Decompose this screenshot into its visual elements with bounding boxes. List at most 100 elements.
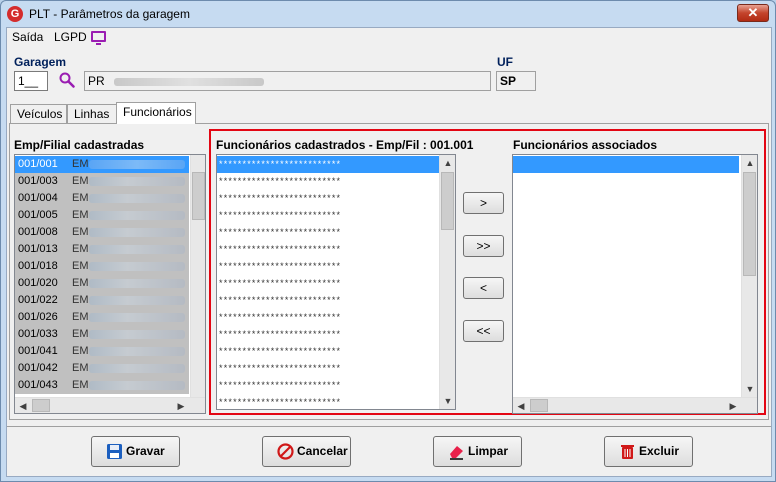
scroll-right-icon[interactable]: ▶	[173, 398, 189, 413]
scroll-down-icon[interactable]: ▼	[742, 381, 757, 397]
emp-filial-name: EM	[72, 345, 89, 357]
emp-filial-name: EM	[72, 362, 89, 374]
list-item[interactable]: **************************	[217, 224, 439, 241]
remove-one-button[interactable]: <	[463, 277, 504, 299]
table-row[interactable]: 001/003 EM	[15, 173, 189, 190]
table-row[interactable]: 001/043 EM	[15, 377, 189, 394]
tab-funcionarios[interactable]: Funcionários	[116, 102, 196, 124]
scroll-up-icon[interactable]: ▲	[440, 155, 455, 171]
table-row[interactable]: 001/026 EM	[15, 309, 189, 326]
list-item[interactable]: **************************	[217, 394, 439, 409]
emp-filial-vscroll-thumb[interactable]	[192, 172, 205, 220]
emp-filial-name: EM	[72, 175, 89, 187]
funcionarios-associados-vscroll-thumb[interactable]	[743, 172, 756, 276]
emp-filial-hscroll-thumb[interactable]	[32, 399, 50, 412]
redacted-text	[89, 211, 185, 220]
table-row[interactable]: 001/041 EM	[15, 343, 189, 360]
emp-filial-code: 001/020	[18, 277, 58, 289]
scroll-left-icon[interactable]: ◀	[15, 398, 31, 413]
uf-label: UF	[497, 55, 513, 69]
emp-filial-code: 001/043	[18, 379, 58, 391]
emp-filial-code: 001/042	[18, 362, 58, 374]
window-client-area: Saída LGPD Garagem 1__ PR UF SP Veículos…	[6, 27, 772, 477]
list-item[interactable]: **************************	[217, 309, 439, 326]
funcionarios-associados-hscroll-thumb[interactable]	[530, 399, 548, 412]
emp-filial-list[interactable]: 001/001 EM 001/003 EM 001/004 EM 001/005 EM 001/…	[14, 154, 206, 414]
emp-filial-code: 001/013	[18, 243, 58, 255]
menu-bar: Saída LGPD	[7, 28, 771, 48]
list-item[interactable]: **************************	[217, 292, 439, 309]
list-item[interactable]: **************************	[217, 360, 439, 377]
emp-filial-code: 001/004	[18, 192, 58, 204]
table-row[interactable]: 001/018 EM	[15, 258, 189, 275]
add-one-button[interactable]: >	[463, 192, 504, 214]
scroll-down-icon[interactable]: ▼	[440, 393, 455, 409]
scroll-left-icon[interactable]: ◀	[513, 398, 529, 413]
list-item[interactable]: **************************	[217, 207, 439, 224]
table-row[interactable]: 001/022 EM	[15, 292, 189, 309]
scroll-up-icon[interactable]: ▲	[742, 155, 757, 171]
emp-filial-name: EM	[72, 277, 89, 289]
garagem-code-input[interactable]: 1__	[14, 71, 48, 91]
app-logo-icon: G	[7, 6, 23, 22]
list-item[interactable]: **************************	[217, 326, 439, 343]
list-item[interactable]: **************************	[217, 343, 439, 360]
list-item[interactable]: **************************	[217, 190, 439, 207]
gravar-button[interactable]: Gravar	[91, 436, 180, 467]
search-icon[interactable]	[59, 72, 75, 88]
emp-filial-name: EM	[72, 243, 89, 255]
cancelar-label: Cancelar	[297, 444, 348, 458]
redacted-text	[89, 381, 185, 390]
excluir-button[interactable]: Excluir	[604, 436, 693, 467]
list-item[interactable]: **************************	[217, 173, 439, 190]
emp-filial-vscroll[interactable]	[190, 155, 205, 397]
table-row[interactable]: 001/004 EM	[15, 190, 189, 207]
list-item[interactable]: **************************	[217, 377, 439, 394]
menu-lgpd[interactable]: LGPD	[54, 30, 87, 44]
menu-saida[interactable]: Saída	[12, 30, 43, 44]
list-item[interactable]: **************************	[217, 258, 439, 275]
table-row[interactable]: 001/013 EM	[15, 241, 189, 258]
funcionarios-associados-vscroll[interactable]: ▲ ▼	[741, 155, 757, 397]
list-item[interactable]: **************************	[217, 156, 439, 173]
table-row[interactable]: 001/020 EM	[15, 275, 189, 292]
funcionarios-cadastrados-list[interactable]: ************************** **************…	[216, 154, 456, 410]
funcionarios-cadastrados-vscroll[interactable]: ▲ ▼	[439, 155, 455, 409]
tab-linhas[interactable]: Linhas	[67, 104, 117, 123]
emp-filial-name: EM	[72, 192, 89, 204]
list-item[interactable]: **************************	[217, 241, 439, 258]
funcionarios-cadastrados-vscroll-thumb[interactable]	[441, 172, 454, 230]
emp-filial-name: EM	[72, 260, 89, 272]
emp-filial-hscroll[interactable]: ◀ ▶	[15, 397, 205, 413]
eraser-icon	[450, 446, 463, 460]
uf-field: SP	[496, 71, 536, 91]
redacted-text	[89, 330, 185, 339]
emp-filial-name: EM	[72, 209, 89, 221]
remove-all-button[interactable]: <<	[463, 320, 504, 342]
list-item[interactable]	[513, 156, 739, 173]
tab-veiculos[interactable]: Veículos	[10, 104, 67, 123]
monitor-icon[interactable]	[91, 31, 106, 45]
redacted-text	[89, 279, 185, 288]
limpar-button[interactable]: Limpar	[433, 436, 522, 467]
table-row[interactable]: 001/005 EM	[15, 207, 189, 224]
emp-filial-code: 001/008	[18, 226, 58, 238]
redacted-text	[89, 262, 185, 271]
table-row[interactable]: 001/001 EM	[15, 156, 189, 173]
table-row[interactable]: 001/033 EM	[15, 326, 189, 343]
list-item[interactable]: **************************	[217, 275, 439, 292]
cancelar-button[interactable]: Cancelar	[262, 436, 351, 467]
funcionarios-associados-title: Funcionários associados	[513, 138, 658, 152]
funcionarios-associados-list[interactable]: ▲ ▼ ◀ ▶	[512, 154, 758, 414]
table-row[interactable]: 001/042 EM	[15, 360, 189, 377]
emp-filial-name: EM	[72, 379, 89, 391]
funcionarios-associados-hscroll[interactable]: ◀ ▶	[513, 397, 757, 413]
close-button[interactable]: ✕	[737, 4, 769, 22]
table-row[interactable]: 001/008 EM	[15, 224, 189, 241]
redacted-text	[89, 313, 185, 322]
emp-filial-name: EM	[72, 226, 89, 238]
scroll-right-icon[interactable]: ▶	[725, 398, 741, 413]
emp-filial-code: 001/022	[18, 294, 58, 306]
emp-filial-code: 001/041	[18, 345, 58, 357]
add-all-button[interactable]: >>	[463, 235, 504, 257]
